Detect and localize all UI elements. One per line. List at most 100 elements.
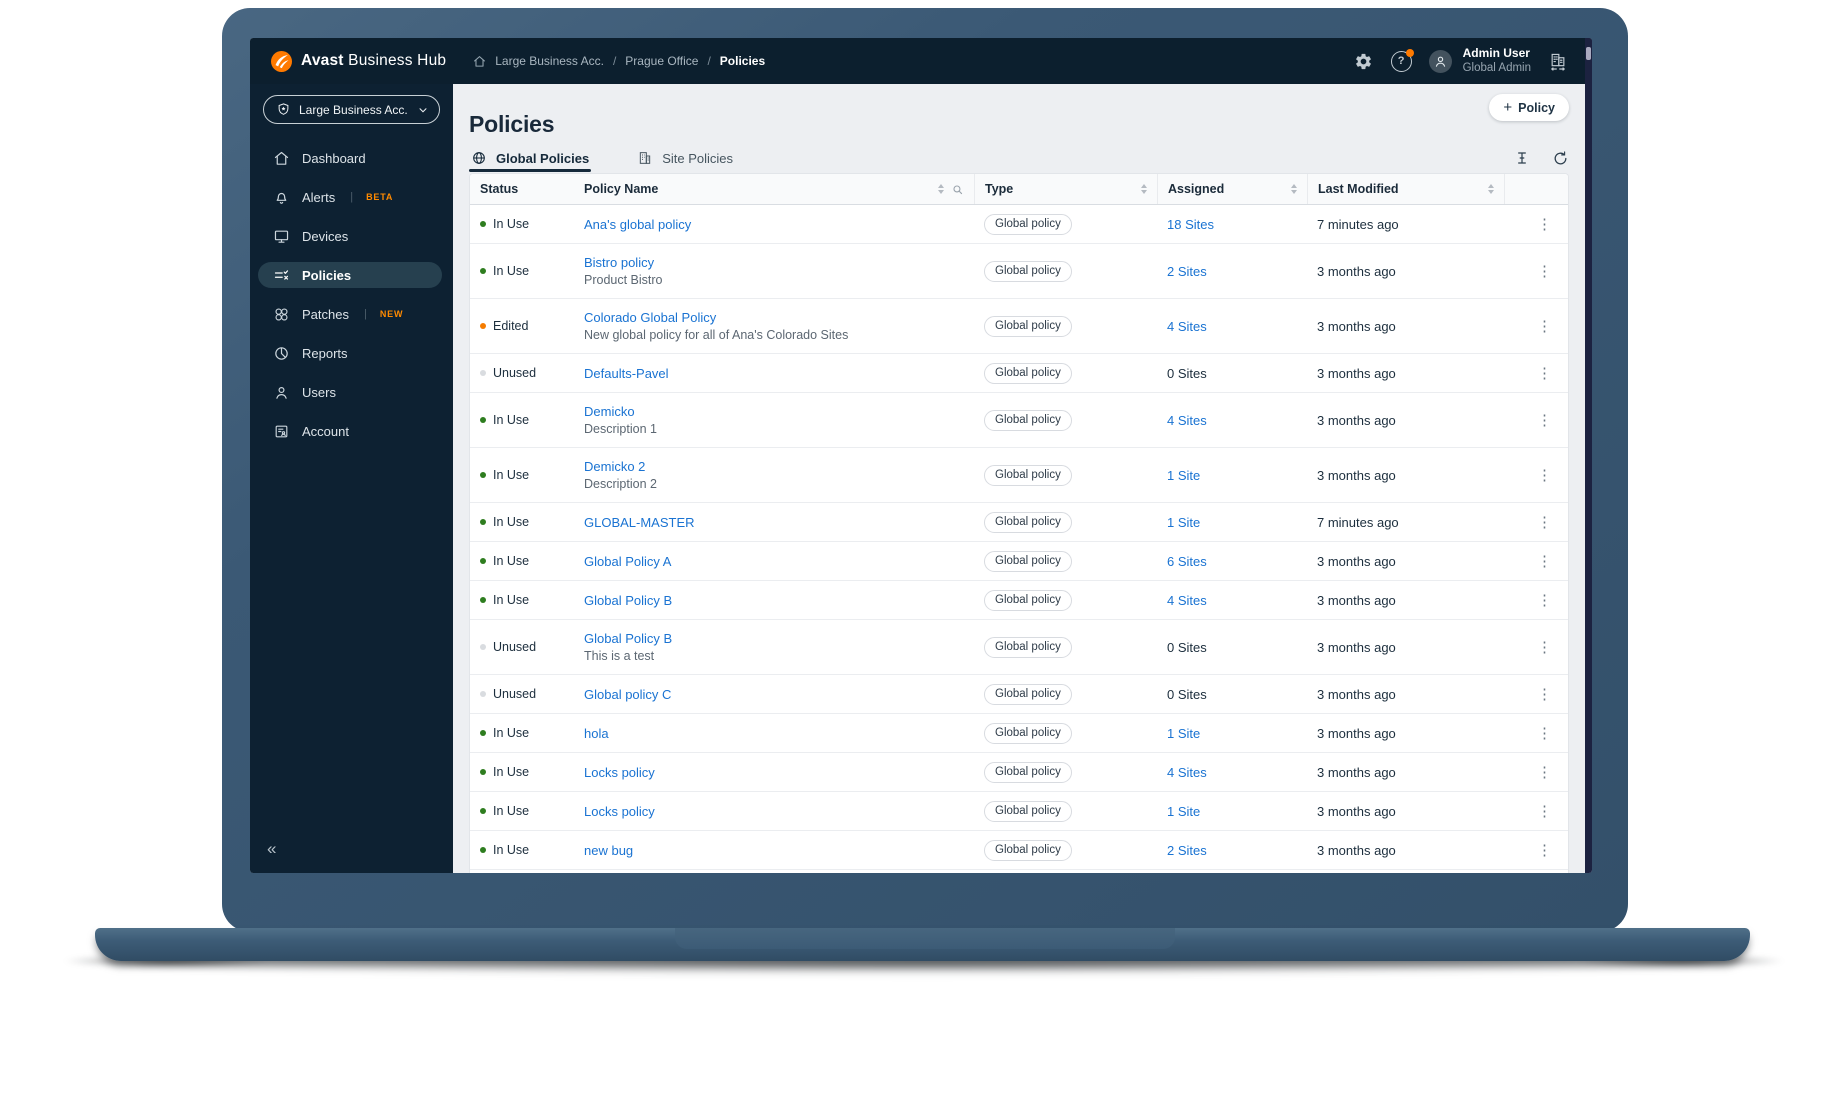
sidebar-item-account[interactable]: Account xyxy=(258,418,442,444)
kebab-menu-icon[interactable]: ⋮ xyxy=(1531,682,1558,707)
sidebar-item-alerts[interactable]: Alerts | BETA xyxy=(258,184,442,210)
assigned-sites-link[interactable]: 1 Site xyxy=(1167,468,1200,483)
kebab-menu-icon[interactable]: ⋮ xyxy=(1531,463,1558,488)
kebab-menu-icon[interactable]: ⋮ xyxy=(1531,314,1558,339)
assigned-sites-link[interactable]: 4 Sites xyxy=(1167,319,1207,334)
kebab-menu-icon[interactable]: ⋮ xyxy=(1531,760,1558,785)
kebab-menu-icon[interactable]: ⋮ xyxy=(1531,510,1558,535)
sort-icon[interactable] xyxy=(1141,184,1147,194)
kebab-menu-icon[interactable]: ⋮ xyxy=(1531,212,1558,237)
policy-name-link[interactable]: Demicko 2 xyxy=(584,459,645,474)
search-icon[interactable] xyxy=(951,183,964,196)
kebab-menu-icon[interactable]: ⋮ xyxy=(1531,838,1558,863)
policy-name-link[interactable]: Global Policy A xyxy=(584,554,671,569)
table-row[interactable]: Unused Global Policy B This is a test Gl… xyxy=(470,620,1568,675)
status-cell: In Use xyxy=(470,804,576,818)
assigned-sites-link[interactable]: 6 Sites xyxy=(1167,554,1207,569)
table-row[interactable]: In Use Bistro policy Product Bistro Glob… xyxy=(470,244,1568,299)
table-row[interactable]: In Use hola Global policy 1 Site 3 month… xyxy=(470,714,1568,753)
assigned-sites-link[interactable]: 4 Sites xyxy=(1167,765,1207,780)
policy-name-link[interactable]: hola xyxy=(584,726,609,741)
header-policy-name[interactable]: Policy Name xyxy=(576,174,974,204)
sidebar-collapse-icon[interactable] xyxy=(267,839,276,859)
tab-site-policies[interactable]: Site Policies xyxy=(635,144,735,172)
assigned-sites-link[interactable]: 1 Site xyxy=(1167,726,1200,741)
breadcrumb-account[interactable]: Large Business Acc. xyxy=(495,54,604,68)
policy-name-link[interactable]: GLOBAL-MASTER xyxy=(584,515,695,530)
sidebar-item-users[interactable]: Users xyxy=(258,379,442,405)
breadcrumb-site[interactable]: Prague Office xyxy=(625,54,698,68)
table-row[interactable]: In Use New global defaults Global policy… xyxy=(470,870,1568,873)
assigned-sites-link[interactable]: 1 Site xyxy=(1167,804,1200,819)
policy-name-link[interactable]: Bistro policy xyxy=(584,255,654,270)
assigned-sites-link[interactable]: 4 Sites xyxy=(1167,413,1207,428)
assigned-sites-link[interactable]: 1 Site xyxy=(1167,515,1200,530)
table-row[interactable]: In Use Global Policy A Global policy 6 S… xyxy=(470,542,1568,581)
assigned-sites-link[interactable]: 4 Sites xyxy=(1167,593,1207,608)
kebab-menu-icon[interactable]: ⋮ xyxy=(1531,588,1558,613)
home-icon[interactable] xyxy=(473,55,486,68)
sidebar-item-devices[interactable]: Devices xyxy=(258,223,442,249)
policy-name-link[interactable]: Locks policy xyxy=(584,765,655,780)
avatar[interactable] xyxy=(1428,49,1452,73)
table-row[interactable]: Edited Colorado Global Policy New global… xyxy=(470,299,1568,354)
refresh-icon[interactable] xyxy=(1551,149,1569,167)
kebab-menu-icon[interactable]: ⋮ xyxy=(1531,361,1558,386)
table-row[interactable]: In Use Demicko 2 Description 2 Global po… xyxy=(470,448,1568,503)
table-row[interactable]: In Use Global Policy B Global policy 4 S… xyxy=(470,581,1568,620)
header-last-modified[interactable]: Last Modified xyxy=(1307,174,1504,204)
kebab-menu-icon[interactable]: ⋮ xyxy=(1531,635,1558,660)
policy-name-link[interactable]: Colorado Global Policy xyxy=(584,310,716,325)
assigned-sites-link[interactable]: 18 Sites xyxy=(1167,217,1214,232)
policy-name-link[interactable]: Locks policy xyxy=(584,804,655,819)
policy-name-link[interactable]: Global policy C xyxy=(584,687,671,702)
assigned-sites-link[interactable]: 0 Sites xyxy=(1167,366,1207,381)
header-assigned[interactable]: Assigned xyxy=(1157,174,1307,204)
header-status[interactable]: Status xyxy=(470,174,576,204)
account-selector[interactable]: Large Business Acc. xyxy=(263,95,440,124)
help-icon[interactable]: ? xyxy=(1390,48,1414,72)
policy-name-link[interactable]: Global Policy B xyxy=(584,593,672,608)
brand-logo[interactable]: Avast Business Hub xyxy=(250,50,446,72)
user-info[interactable]: Admin User Global Admin xyxy=(1463,46,1531,75)
policy-name-link[interactable]: Defaults-Pavel xyxy=(584,366,669,381)
sidebar-item-label: Alerts xyxy=(302,189,336,205)
org-switcher-icon[interactable] xyxy=(1548,51,1568,71)
kebab-menu-icon[interactable]: ⋮ xyxy=(1531,799,1558,824)
assigned-sites-link[interactable]: 2 Sites xyxy=(1167,843,1207,858)
text-cursor-icon[interactable] xyxy=(1513,149,1531,167)
kebab-menu-icon[interactable]: ⋮ xyxy=(1531,549,1558,574)
settings-gear-icon[interactable] xyxy=(1354,51,1374,71)
table-row[interactable]: In Use new bug Global policy 2 Sites 3 m… xyxy=(470,831,1568,870)
sidebar-item-patches[interactable]: Patches | NEW xyxy=(258,301,442,327)
sort-icon[interactable] xyxy=(1488,184,1494,194)
sidebar-item-reports[interactable]: Reports xyxy=(258,340,442,366)
sort-icon[interactable] xyxy=(938,184,944,194)
kebab-menu-icon[interactable]: ⋮ xyxy=(1531,259,1558,284)
scrollbar-thumb[interactable] xyxy=(1586,47,1591,60)
table-row[interactable]: In Use Ana's global policy Global policy… xyxy=(470,205,1568,244)
kebab-menu-icon[interactable]: ⋮ xyxy=(1531,721,1558,746)
policy-name-link[interactable]: Global Policy B xyxy=(584,631,672,646)
header-type[interactable]: Type xyxy=(974,174,1157,204)
breadcrumb-separator: / xyxy=(612,54,617,68)
policy-name-link[interactable]: new bug xyxy=(584,843,633,858)
tab-global-policies[interactable]: Global Policies xyxy=(469,144,592,172)
sidebar-item-policies[interactable]: Policies xyxy=(258,262,442,288)
table-row[interactable]: In Use Demicko Description 1 Global poli… xyxy=(470,393,1568,448)
table-row[interactable]: In Use GLOBAL-MASTER Global policy 1 Sit… xyxy=(470,503,1568,542)
scrollbar-track[interactable] xyxy=(1585,38,1592,873)
assigned-sites-link[interactable]: 0 Sites xyxy=(1167,687,1207,702)
table-row[interactable]: In Use Locks policy Global policy 4 Site… xyxy=(470,753,1568,792)
table-row[interactable]: Unused Global policy C Global policy 0 S… xyxy=(470,675,1568,714)
assigned-sites-link[interactable]: 0 Sites xyxy=(1167,640,1207,655)
table-row[interactable]: Unused Defaults-Pavel Global policy 0 Si… xyxy=(470,354,1568,393)
kebab-menu-icon[interactable]: ⋮ xyxy=(1531,408,1558,433)
table-row[interactable]: In Use Locks policy Global policy 1 Site… xyxy=(470,792,1568,831)
sidebar-item-dashboard[interactable]: Dashboard xyxy=(258,145,442,171)
sort-icon[interactable] xyxy=(1291,184,1297,194)
policy-name-link[interactable]: Ana's global policy xyxy=(584,217,691,232)
assigned-sites-link[interactable]: 2 Sites xyxy=(1167,264,1207,279)
add-policy-button[interactable]: + Policy xyxy=(1489,94,1569,121)
policy-name-link[interactable]: Demicko xyxy=(584,404,635,419)
